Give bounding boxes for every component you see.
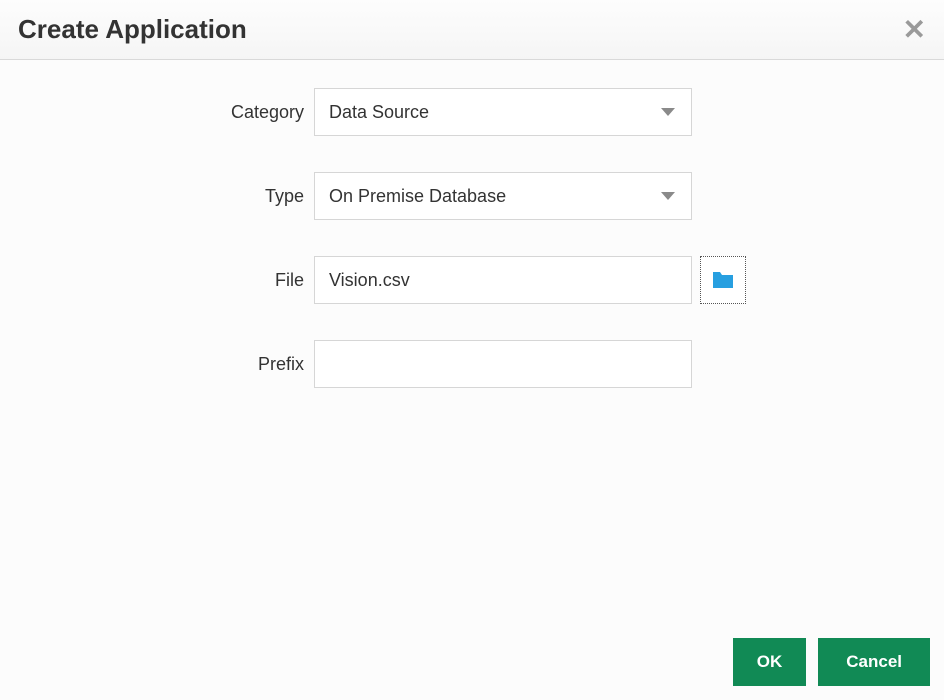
close-icon[interactable]: ✕ [903, 16, 926, 44]
category-label: Category [0, 102, 314, 123]
prefix-input[interactable] [314, 340, 692, 388]
folder-icon [711, 270, 735, 290]
caret-down-icon [661, 192, 675, 200]
row-file: File [0, 256, 944, 304]
type-label: Type [0, 186, 314, 207]
file-label: File [0, 270, 314, 291]
row-type: Type On Premise Database [0, 172, 944, 220]
prefix-label: Prefix [0, 354, 314, 375]
row-category: Category Data Source [0, 88, 944, 136]
prefix-input-native[interactable] [329, 341, 677, 387]
caret-down-icon [661, 108, 675, 116]
category-value: Data Source [329, 102, 677, 123]
cancel-button[interactable]: Cancel [818, 638, 930, 686]
dialog-body: Category Data Source Type On Premise Dat… [0, 60, 944, 638]
row-prefix: Prefix [0, 340, 944, 388]
dialog-header: Create Application ✕ [0, 0, 944, 60]
category-select[interactable]: Data Source [314, 88, 692, 136]
dialog-title: Create Application [18, 14, 247, 45]
browse-file-button[interactable] [700, 256, 746, 304]
file-input[interactable] [314, 256, 692, 304]
file-input-native[interactable] [329, 257, 677, 303]
type-select[interactable]: On Premise Database [314, 172, 692, 220]
ok-button[interactable]: OK [733, 638, 807, 686]
type-value: On Premise Database [329, 186, 677, 207]
dialog-footer: OK Cancel [0, 638, 944, 700]
